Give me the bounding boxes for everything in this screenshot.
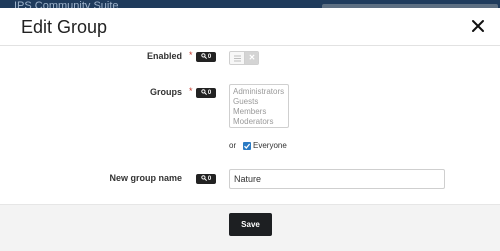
or-text: or: [229, 141, 237, 150]
badge-count: 0: [207, 176, 212, 182]
edit-group-modal: Edit Group Enabled * 0 Groups * 0 New gr…: [0, 8, 500, 251]
search-keywords-badge[interactable]: 0: [196, 174, 216, 184]
group-name-label: New group name: [109, 173, 182, 183]
badge-count: 0: [207, 54, 212, 60]
enabled-toggle[interactable]: ✕: [229, 51, 259, 65]
groups-option[interactable]: Administrators: [233, 87, 285, 97]
required-marker: *: [189, 86, 193, 96]
search-icon: [201, 89, 207, 96]
groups-select[interactable]: Administrators Guests Members Moderators: [229, 84, 289, 128]
modal-header: Edit Group: [0, 8, 500, 46]
group-name-input[interactable]: [229, 169, 445, 189]
search-keywords-badge[interactable]: 0: [196, 52, 216, 62]
toggle-on-side: [230, 52, 245, 64]
close-icon[interactable]: [470, 18, 486, 34]
checkmark-icon: [244, 143, 251, 149]
everyone-checkbox[interactable]: [243, 142, 251, 150]
search-icon: [201, 175, 207, 182]
enabled-label: Enabled: [146, 51, 182, 61]
toggle-off-side: ✕: [245, 52, 258, 64]
modal-footer: Save: [0, 204, 500, 251]
groups-option[interactable]: Moderators: [233, 117, 285, 127]
search-icon: [201, 53, 207, 60]
required-marker: *: [189, 50, 193, 60]
badge-count: 0: [207, 90, 212, 96]
groups-label: Groups: [149, 87, 182, 97]
everyone-label: Everyone: [253, 141, 287, 150]
modal-title: Edit Group: [21, 17, 108, 37]
save-button[interactable]: Save: [229, 213, 272, 236]
groups-option[interactable]: Guests: [233, 97, 285, 107]
groups-option[interactable]: Members: [233, 107, 285, 117]
menu-icon: [234, 55, 241, 62]
search-keywords-badge[interactable]: 0: [196, 88, 216, 98]
